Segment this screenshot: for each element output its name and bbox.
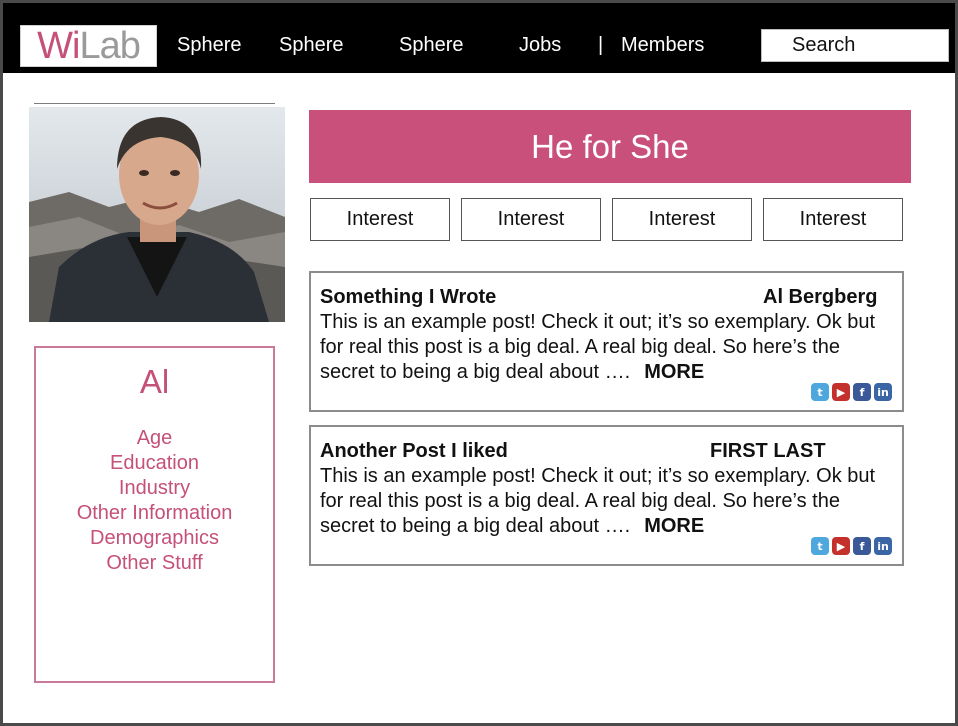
interest-button-3[interactable]: Interest (612, 198, 752, 241)
nav-sphere-1[interactable]: Sphere (177, 33, 242, 57)
more-link[interactable]: MORE (644, 361, 704, 383)
nav-jobs[interactable]: Jobs (519, 33, 561, 57)
interest-button-2[interactable]: Interest (461, 198, 601, 241)
profile-field-age[interactable]: Age (36, 426, 273, 451)
post-body-text: This is an example post! Check it out; i… (320, 311, 876, 383)
interest-button-4[interactable]: Interest (763, 198, 903, 241)
wilab-logo[interactable]: Wi Lab (20, 25, 157, 67)
post-author[interactable]: Al Bergberg (763, 285, 877, 309)
top-nav-bar: Wi Lab Sphere Sphere Sphere Jobs | Member… (3, 3, 955, 73)
twitter-icon[interactable]: t (811, 383, 829, 401)
youtube-icon[interactable]: ▶ (832, 383, 850, 401)
profile-photo (29, 107, 285, 322)
youtube-icon[interactable]: ▶ (832, 537, 850, 555)
profile-field-industry[interactable]: Industry (36, 476, 273, 501)
social-share-icons: t ▶ f in (811, 383, 892, 401)
profile-field-demographics[interactable]: Demographics (36, 526, 273, 551)
facebook-icon[interactable]: f (853, 383, 871, 401)
photo-divider (34, 103, 275, 104)
post-body: This is an example post! Check it out; i… (320, 464, 890, 539)
post-card: Another Post I liked FIRST LAST This is … (309, 425, 904, 566)
profile-fields-list: Age Education Industry Other Information… (36, 426, 273, 576)
nav-sphere-3[interactable]: Sphere (399, 33, 464, 57)
facebook-icon[interactable]: f (853, 537, 871, 555)
logo-rest-text: Lab (79, 25, 140, 67)
nav-sphere-2[interactable]: Sphere (279, 33, 344, 57)
profile-name: Al (139, 363, 170, 400)
post-author[interactable]: FIRST LAST (710, 439, 826, 463)
search-input[interactable] (761, 29, 949, 62)
post-card: Something I Wrote Al Bergberg This is an… (309, 271, 904, 412)
social-share-icons: t ▶ f in (811, 537, 892, 555)
post-title[interactable]: Something I Wrote (320, 285, 496, 309)
profile-info-card: Al Age Education Industry Other Informat… (34, 346, 275, 683)
post-body: This is an example post! Check it out; i… (320, 310, 890, 385)
sphere-banner: He for She (309, 110, 911, 183)
nav-separator: | (598, 34, 604, 56)
interest-button-1[interactable]: Interest (310, 198, 450, 241)
linkedin-icon[interactable]: in (874, 537, 892, 555)
profile-field-other-information[interactable]: Other Information (36, 501, 273, 526)
post-body-text: This is an example post! Check it out; i… (320, 465, 876, 537)
more-link[interactable]: MORE (644, 515, 704, 537)
nav-members[interactable]: Members (621, 33, 704, 57)
linkedin-icon[interactable]: in (874, 383, 892, 401)
profile-field-other-stuff[interactable]: Other Stuff (36, 551, 273, 576)
profile-field-education[interactable]: Education (36, 451, 273, 476)
post-title[interactable]: Another Post I liked (320, 439, 508, 463)
logo-brand-text: Wi (37, 25, 80, 67)
twitter-icon[interactable]: t (811, 537, 829, 555)
